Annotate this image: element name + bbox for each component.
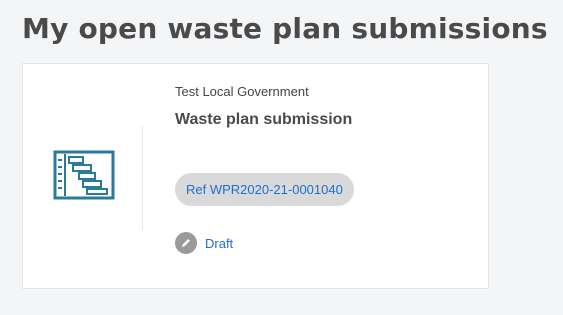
status-label[interactable]: Draft <box>205 236 233 251</box>
card-divider <box>142 126 143 230</box>
submission-title[interactable]: Waste plan submission <box>175 111 352 129</box>
open-submissions-section: My open waste plan submissions Test Loca… <box>0 0 563 315</box>
page-title: My open waste plan submissions <box>22 12 548 45</box>
reference-badge[interactable]: Ref WPR2020-21-0001040 <box>175 173 354 206</box>
status-indicator[interactable]: Draft <box>175 231 233 255</box>
gantt-chart-icon <box>51 148 117 202</box>
pencil-icon <box>175 232 197 254</box>
organisation-name: Test Local Government <box>175 84 309 99</box>
submission-card[interactable]: Test Local Government Waste plan submiss… <box>22 63 489 289</box>
